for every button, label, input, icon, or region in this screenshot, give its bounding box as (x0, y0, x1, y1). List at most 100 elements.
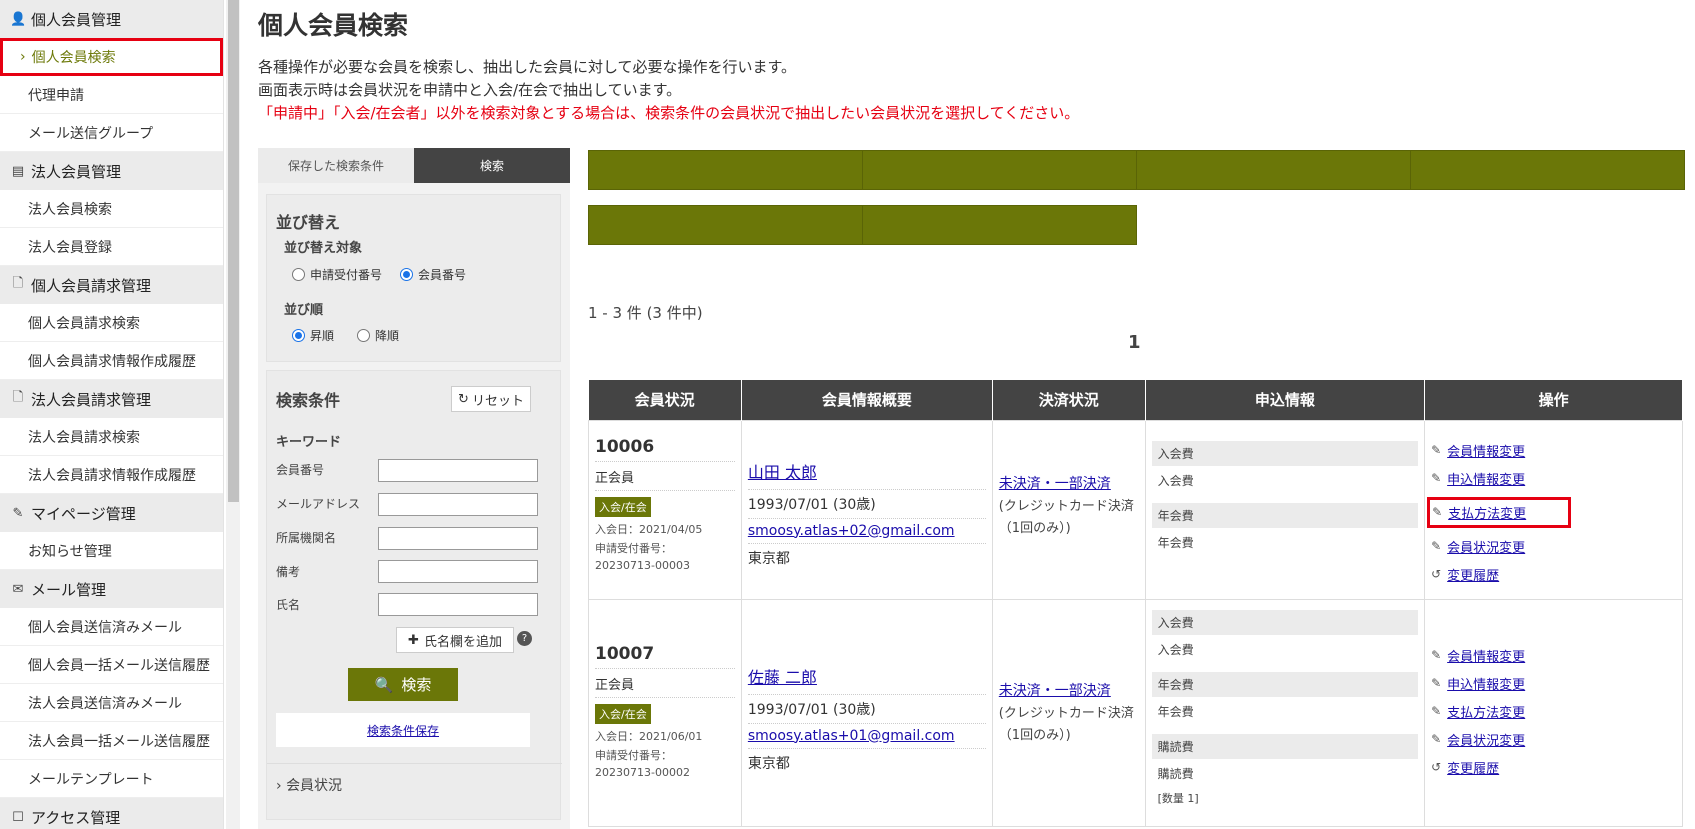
birth-date: 1993/07/01 (30歳) (747, 490, 986, 519)
action-button[interactable] (1136, 150, 1411, 190)
page-number[interactable]: 1 (1128, 332, 1141, 353)
action-button[interactable] (862, 205, 1137, 245)
sidebar-item[interactable]: › 個人会員検索 (0, 38, 223, 76)
member-number: 10006 (595, 427, 735, 462)
sidebar-item[interactable]: 法人会員請求情報作成履歴 (0, 456, 223, 494)
order-desc-radio[interactable]: 降順 (357, 327, 399, 344)
sidebar-item[interactable]: 個人会員請求検索 (0, 304, 223, 342)
email-input[interactable] (378, 493, 538, 516)
email-link[interactable]: smoosy.atlas+01@gmail.com (747, 724, 986, 749)
search-button[interactable]: 🔍 検索 (348, 668, 458, 701)
order-asc-radio[interactable]: 昇順 (292, 327, 334, 344)
operation-item[interactable]: ✎ 会員状況変更 (1431, 537, 1676, 556)
radio-dot[interactable] (400, 268, 413, 281)
sidebar-item-label: 個人会員請求情報作成履歴 (28, 353, 196, 370)
search-icon: 🔍 (374, 675, 394, 694)
sidebar-item[interactable]: 個人会員請求情報作成履歴 (0, 342, 223, 380)
operation-link[interactable]: 会員状況変更 (1447, 730, 1525, 749)
email-link[interactable]: smoosy.atlas+02@gmail.com (747, 519, 986, 544)
sidebar-item[interactable]: メールテンプレート (0, 760, 223, 798)
sort-by-app-no-radio[interactable]: 申請受付番号 (292, 266, 382, 283)
operation-link[interactable]: 申込情報変更 (1447, 674, 1525, 693)
operation-link[interactable]: 支払方法変更 (1447, 702, 1525, 721)
sidebar-item[interactable]: 法人会員請求検索 (0, 418, 223, 456)
payment-status-link[interactable]: 未決済・一部決済 (999, 680, 1139, 700)
operation-item[interactable]: ✎ 支払方法変更 (1431, 702, 1676, 721)
reset-button[interactable]: ↻ リセット (451, 386, 531, 412)
operations-cell: ✎ 会員情報変更 ✎ 申込情報変更 ✎ 支払方法変更 ✎ 会員状況変更 ↺ 変更履歴 (1424, 598, 1683, 827)
operation-link[interactable]: 支払方法変更 (1448, 503, 1526, 522)
join-date: 入会日：2021/04/05 (595, 522, 703, 536)
sidebar-item-label: 法人会員一括メール送信履歴 (28, 733, 210, 750)
column-header: 操作 (1424, 380, 1683, 420)
org-input[interactable] (378, 527, 538, 550)
member-name-link[interactable]: 佐藤 二郎 (747, 606, 986, 695)
payment-method: (クレジットカード決済（1回のみ）) (998, 498, 1134, 536)
operation-item[interactable]: ✎ 申込情報変更 (1431, 674, 1676, 693)
application-number-label: 申請受付番号： (595, 748, 672, 762)
help-icon[interactable]: ? (517, 631, 532, 646)
name-input[interactable] (378, 593, 538, 616)
action-button[interactable] (588, 150, 863, 190)
sidebar-section-header[interactable]: ✎ マイページ管理 (0, 494, 223, 532)
operation-item[interactable]: ✎ 支払方法変更 (1427, 496, 1572, 528)
operation-item[interactable]: ✎ 会員情報変更 (1431, 441, 1676, 460)
pencil-icon: ✎ (1431, 539, 1442, 553)
operation-item[interactable]: ↺ 変更履歴 (1431, 565, 1676, 584)
action-button[interactable] (862, 150, 1137, 190)
sidebar-item-label: お知らせ管理 (28, 543, 112, 560)
sidebar-item[interactable]: お知らせ管理 (0, 532, 223, 570)
sidebar-section-header[interactable]: 👤 個人会員管理 (0, 0, 223, 38)
table-row: 10006 正会員 入会/在会 入会日：2021/04/05 申請受付番号： 202307… (588, 419, 1683, 600)
tab-saved-conditions[interactable]: 保存した検索条件 (258, 148, 414, 183)
action-button[interactable] (1410, 150, 1685, 190)
sidebar-item[interactable]: 法人会員一括メール送信履歴 (0, 722, 223, 760)
sidebar-item[interactable]: 代理申請 (0, 76, 223, 114)
table-row: 10007 正会員 入会/在会 入会日：2021/06/01 申請受付番号： 202307… (588, 598, 1683, 827)
member-name-link[interactable]: 山田 太郎 (747, 427, 986, 490)
save-conditions-link[interactable]: 検索条件保存 (367, 722, 439, 739)
operation-item[interactable]: ↺ 変更履歴 (1431, 758, 1676, 777)
operation-link[interactable]: 変更履歴 (1447, 565, 1499, 584)
sort-by-member-no-radio[interactable]: 会員番号 (400, 266, 466, 283)
operation-link[interactable]: 会員状況変更 (1447, 537, 1525, 556)
sidebar-item[interactable]: 個人会員一括メール送信履歴 (0, 646, 223, 684)
tab-search[interactable]: 検索 (414, 148, 570, 183)
sidebar-item-label: メール送信グループ (28, 125, 154, 142)
sidebar-scroll-thumb[interactable] (228, 0, 239, 502)
note-input[interactable] (378, 560, 538, 583)
member-status-toggle[interactable]: › 会員状況 (276, 775, 342, 795)
sidebar-section-header[interactable]: ☐ アクセス管理 (0, 798, 223, 829)
sidebar-item[interactable]: 法人会員検索 (0, 190, 223, 228)
add-name-field-button[interactable]: ✚ 氏名欄を追加 (396, 627, 514, 653)
member-info-cell: 山田 太郎 1993/07/01 (30歳) smoosy.atlas+02@gma… (740, 419, 993, 600)
operation-link[interactable]: 会員情報変更 (1447, 441, 1525, 460)
sidebar-section-header[interactable]: 🗋 法人会員請求管理 (0, 380, 223, 418)
radio-label: 会員番号 (418, 268, 467, 282)
member-no-label: 会員番号 (276, 463, 325, 477)
member-no-input[interactable] (378, 459, 538, 482)
payment-status-link[interactable]: 未決済・一部決済 (999, 473, 1139, 493)
action-button[interactable] (588, 205, 863, 245)
radio-dot[interactable] (357, 329, 370, 342)
plus-icon: ✚ (408, 632, 419, 648)
sidebar-item[interactable]: 法人会員送信済みメール (0, 684, 223, 722)
sidebar-section-header[interactable]: 🗋 個人会員請求管理 (0, 266, 223, 304)
sidebar-section-header[interactable]: ✉ メール管理 (0, 570, 223, 608)
sidebar-item-label: 個人会員請求検索 (28, 315, 140, 332)
pencil-icon: ✎ (1432, 505, 1443, 519)
column-header: 会員状況 (588, 380, 742, 420)
operation-item[interactable]: ✎ 会員状況変更 (1431, 730, 1676, 749)
operation-link[interactable]: 変更履歴 (1447, 758, 1499, 777)
operation-link[interactable]: 会員情報変更 (1447, 646, 1525, 665)
sidebar-section-header[interactable]: ▤ 法人会員管理 (0, 152, 223, 190)
operation-item[interactable]: ✎ 会員情報変更 (1431, 646, 1676, 665)
radio-dot[interactable] (292, 329, 305, 342)
radio-dot[interactable] (292, 268, 305, 281)
operation-link[interactable]: 申込情報変更 (1447, 469, 1525, 488)
payment-status-cell: 未決済・一部決済 (クレジットカード決済（1回のみ）) (991, 419, 1146, 600)
sidebar-item[interactable]: 個人会員送信済みメール (0, 608, 223, 646)
operation-item[interactable]: ✎ 申込情報変更 (1431, 469, 1676, 488)
sidebar-item[interactable]: メール送信グループ (0, 114, 223, 152)
sidebar-item[interactable]: 法人会員登録 (0, 228, 223, 266)
